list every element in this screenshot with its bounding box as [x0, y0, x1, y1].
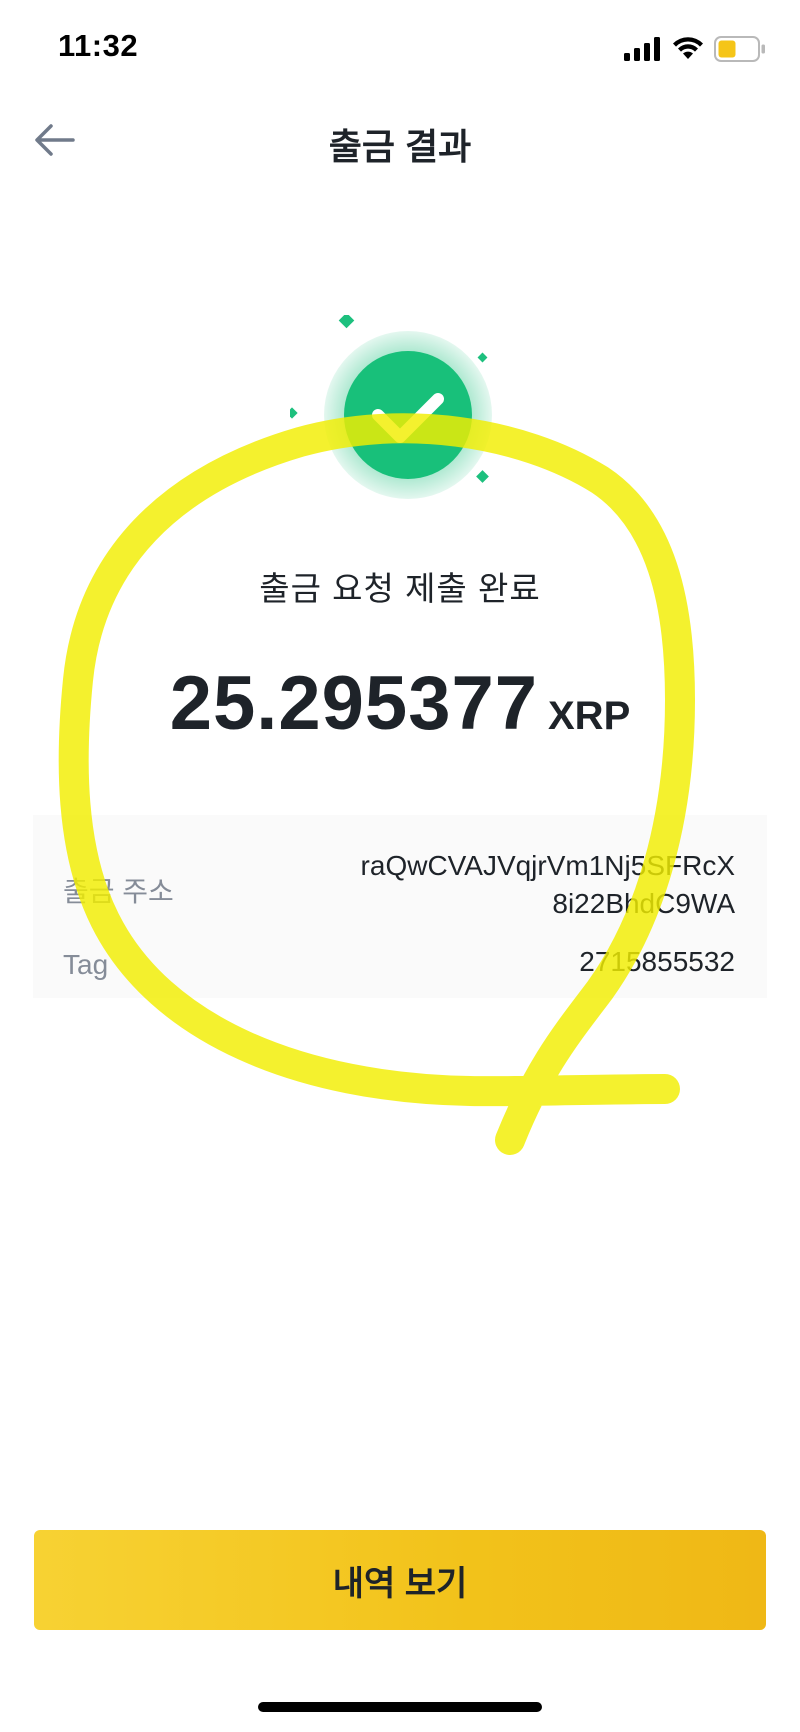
success-message: 출금 요청 제출 완료	[259, 570, 541, 607]
tag-value[interactable]: 2715855532	[579, 943, 735, 981]
amount-unit: XRP	[548, 694, 631, 738]
address-value[interactable]: raQwCVAJVqjrVm1Nj5SFRcX 8i22BhdC9WA	[361, 847, 735, 923]
signal-icon	[624, 37, 660, 61]
status-icons	[624, 34, 766, 64]
amount-value: 25.295377	[169, 661, 538, 746]
home-indicator	[258, 1702, 542, 1712]
battery-icon	[714, 36, 765, 62]
tag-row: Tag 2715855532	[63, 937, 735, 987]
success-illustration	[286, 312, 510, 515]
address-line-2: 8i22BhdC9WA	[552, 888, 735, 919]
view-history-button[interactable]: 내역 보기	[34, 1530, 766, 1630]
status-bar: 11:32	[0, 0, 800, 96]
withdraw-detail-card: 출금 주소 raQwCVAJVqjrVm1Nj5SFRcX 8i22BhdC9W…	[33, 815, 767, 998]
check-circle-icon	[286, 312, 492, 499]
nav-bar: 출금 결과	[0, 96, 800, 184]
status-time: 11:32	[58, 28, 139, 63]
address-row: 출금 주소 raQwCVAJVqjrVm1Nj5SFRcX 8i22BhdC9W…	[63, 835, 735, 925]
wifi-icon	[673, 37, 703, 59]
tag-label: Tag	[63, 949, 109, 980]
withdraw-amount: 25.295377 XRP	[0, 660, 800, 747]
address-label: 출금 주소	[63, 876, 174, 907]
page-title: 출금 결과	[328, 126, 472, 167]
address-line-1: raQwCVAJVqjrVm1Nj5SFRcX	[360, 850, 735, 881]
